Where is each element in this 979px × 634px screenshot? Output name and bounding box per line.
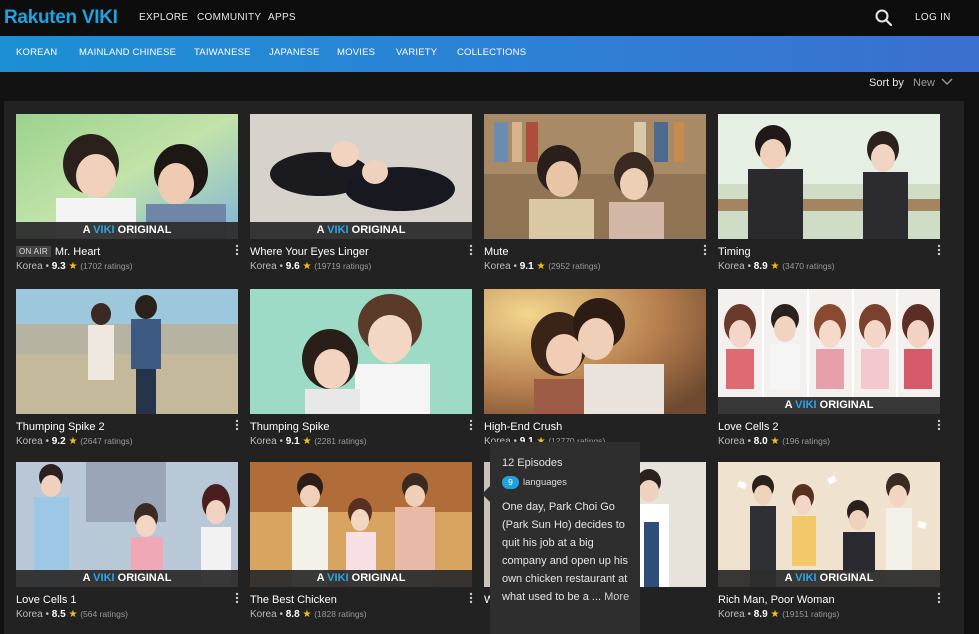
nav-explore[interactable]: EXPLORE bbox=[139, 12, 188, 23]
star-icon: ★ bbox=[302, 261, 312, 272]
nav-apps[interactable]: APPS bbox=[268, 12, 296, 23]
viki-original-badge: A VIKI ORIGINAL bbox=[16, 222, 238, 239]
show-description: One day, Park Choi Go (Park Sun Ho) deci… bbox=[502, 501, 630, 603]
more-options-icon[interactable] bbox=[234, 243, 240, 257]
star-icon: ★ bbox=[302, 609, 312, 620]
more-options-icon[interactable] bbox=[468, 591, 474, 605]
star-icon: ★ bbox=[68, 261, 78, 272]
category-variety[interactable]: VARIETY bbox=[396, 47, 437, 58]
show-title[interactable]: The Best Chicken bbox=[250, 594, 337, 606]
category-mainland-chinese[interactable]: MAINLAND CHINESE bbox=[79, 47, 176, 58]
star-icon: ★ bbox=[68, 436, 78, 447]
sort-dropdown[interactable]: New bbox=[913, 77, 935, 89]
show-title[interactable]: Mute bbox=[484, 246, 508, 258]
show-thumbnail[interactable]: A VIKI ORIGINAL bbox=[250, 114, 472, 239]
star-icon: ★ bbox=[770, 436, 780, 447]
show-thumbnail[interactable]: A VIKI ORIGINAL bbox=[718, 462, 940, 587]
show-title[interactable]: Thumping Spike bbox=[250, 421, 330, 433]
star-icon: ★ bbox=[536, 261, 546, 272]
category-taiwanese[interactable]: TAIWANESE bbox=[194, 47, 251, 58]
more-options-icon[interactable] bbox=[468, 243, 474, 257]
show-meta: Korea • 8.9 ★ (19151 ratings) bbox=[718, 609, 840, 620]
show-meta: Korea • 9.2 ★ (2647 ratings) bbox=[16, 436, 133, 447]
episode-count: 12 Episodes bbox=[502, 457, 563, 469]
sort-label: Sort by bbox=[869, 77, 904, 89]
category-korean[interactable]: KOREAN bbox=[16, 47, 57, 58]
logo-rakuten-text: Rakuten bbox=[4, 7, 77, 28]
show-info-tooltip: 12 Episodes 9 languages One day, Park Cho… bbox=[482, 442, 640, 634]
category-movies[interactable]: MOVIES bbox=[337, 47, 375, 58]
show-title[interactable]: Thumping Spike 2 bbox=[16, 421, 105, 433]
show-title[interactable]: Love Cells 2 bbox=[718, 421, 779, 433]
more-options-icon[interactable] bbox=[702, 243, 708, 257]
logo-viki-text: VIKI bbox=[81, 7, 118, 28]
more-options-icon[interactable] bbox=[234, 591, 240, 605]
viki-original-badge: A VIKI ORIGINAL bbox=[718, 570, 940, 587]
show-meta: Korea • 8.5 ★ (564 ratings) bbox=[16, 609, 128, 620]
more-link[interactable]: More bbox=[604, 591, 629, 603]
show-meta: Korea • 9.1 ★ (2281 ratings) bbox=[250, 436, 367, 447]
viki-original-badge: A VIKI ORIGINAL bbox=[250, 570, 472, 587]
show-meta: Korea • 8.0 ★ (196 ratings) bbox=[718, 436, 830, 447]
search-icon[interactable] bbox=[874, 8, 894, 28]
category-collections[interactable]: COLLECTIONS bbox=[457, 47, 526, 58]
show-thumbnail[interactable]: A VIKI ORIGINAL bbox=[16, 114, 238, 239]
star-icon: ★ bbox=[770, 261, 780, 272]
nav-community[interactable]: COMMUNITY bbox=[197, 12, 261, 23]
show-meta: Korea • 8.8 ★ (1828 ratings) bbox=[250, 609, 367, 620]
star-icon: ★ bbox=[770, 609, 780, 620]
more-options-icon[interactable] bbox=[468, 418, 474, 432]
show-title[interactable]: ON AIR Mr. Heart bbox=[16, 246, 100, 258]
star-icon: ★ bbox=[68, 609, 78, 620]
more-options-icon[interactable] bbox=[936, 243, 942, 257]
top-navigation-bar: Rakuten VIKI EXPLORE COMMUNITY APPS LOG … bbox=[0, 0, 979, 36]
show-thumbnail[interactable] bbox=[484, 289, 706, 414]
show-meta: Korea • 8.9 ★ (3470 ratings) bbox=[718, 261, 835, 272]
more-options-icon[interactable] bbox=[936, 418, 942, 432]
star-icon: ★ bbox=[302, 436, 312, 447]
languages-count-badge: 9 bbox=[502, 476, 519, 489]
show-title[interactable]: Love Cells 1 bbox=[16, 594, 77, 606]
on-air-badge: ON AIR bbox=[16, 246, 51, 257]
category-bar: KOREAN MAINLAND CHINESE TAIWANESE JAPANE… bbox=[0, 36, 979, 72]
show-thumbnail[interactable]: A VIKI ORIGINAL bbox=[250, 462, 472, 587]
show-thumbnail[interactable] bbox=[250, 289, 472, 414]
show-title[interactable]: High-End Crush bbox=[484, 421, 562, 433]
more-options-icon[interactable] bbox=[234, 418, 240, 432]
show-thumbnail[interactable] bbox=[16, 289, 238, 414]
show-title[interactable]: Timing bbox=[718, 246, 751, 258]
viki-original-badge: A VIKI ORIGINAL bbox=[718, 397, 940, 414]
show-thumbnail[interactable]: A VIKI ORIGINAL bbox=[16, 462, 238, 587]
viki-original-badge: A VIKI ORIGINAL bbox=[16, 570, 238, 587]
show-meta: Korea • 9.1 ★ (2952 ratings) bbox=[484, 261, 601, 272]
show-title[interactable]: Rich Man, Poor Woman bbox=[718, 594, 835, 606]
viki-original-badge: A VIKI ORIGINAL bbox=[250, 222, 472, 239]
show-meta: Korea • 9.6 ★ (19719 ratings) bbox=[250, 261, 372, 272]
show-thumbnail[interactable]: A VIKI ORIGINAL bbox=[718, 289, 940, 414]
show-thumbnail[interactable] bbox=[484, 114, 706, 239]
category-japanese[interactable]: JAPANESE bbox=[269, 47, 320, 58]
chevron-down-icon[interactable] bbox=[941, 77, 953, 87]
rakuten-viki-logo[interactable]: Rakuten VIKI bbox=[4, 7, 118, 29]
show-title[interactable]: Where Your Eyes Linger bbox=[250, 246, 369, 258]
show-thumbnail[interactable] bbox=[718, 114, 940, 239]
more-options-icon[interactable] bbox=[936, 591, 942, 605]
tooltip-arrow bbox=[482, 486, 490, 502]
show-meta: Korea • 9.3 ★ (1702 ratings) bbox=[16, 261, 133, 272]
languages-info: 9 languages bbox=[502, 476, 567, 489]
login-link[interactable]: LOG IN bbox=[915, 12, 951, 23]
